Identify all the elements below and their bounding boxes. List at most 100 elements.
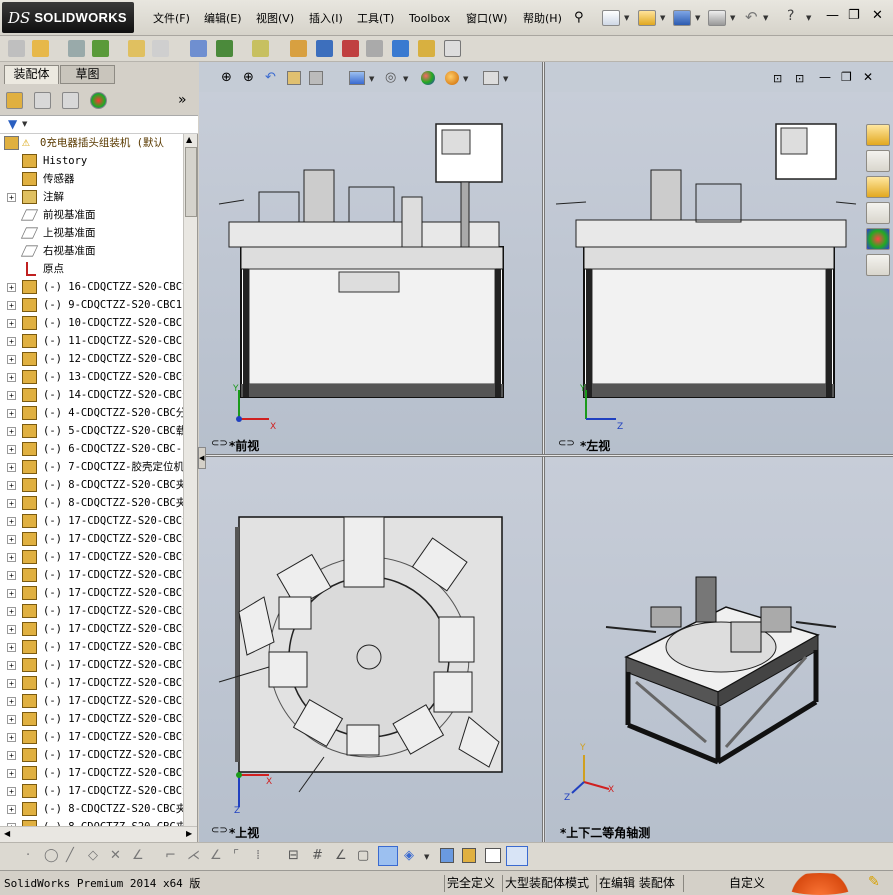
expand-panel-icon[interactable]: » xyxy=(178,92,187,108)
expand-toggle-icon[interactable]: + xyxy=(7,553,16,562)
expand-toggle-icon[interactable]: + xyxy=(7,679,16,688)
tree-vertical-scrollbar[interactable]: ▲ xyxy=(183,134,197,826)
interference-icon[interactable] xyxy=(392,40,409,57)
expand-toggle-icon[interactable]: + xyxy=(7,733,16,742)
chevron-down-icon[interactable]: ▼ xyxy=(22,120,27,128)
expand-toggle-icon[interactable]: + xyxy=(7,193,16,202)
tree-item[interactable]: + (-) 17-CDQCTZZ-S20-CBC治 xyxy=(0,674,183,692)
instant3d-icon[interactable] xyxy=(444,40,461,57)
tree-item[interactable]: + (-) 17-CDQCTZZ-S20-CBC治 xyxy=(0,530,183,548)
tree-item[interactable]: History xyxy=(0,152,183,170)
tree-item[interactable]: + (-) 11-CDQCTZZ-S20-CBC1 xyxy=(0,332,183,350)
assembly-features-icon[interactable] xyxy=(216,40,233,57)
tree-item[interactable]: + (-) 17-CDQCTZZ-S20-CBC治 xyxy=(0,746,183,764)
chevron-down-icon[interactable]: ▼ xyxy=(403,75,408,83)
expand-toggle-icon[interactable]: + xyxy=(7,445,16,454)
feature-manager-icon[interactable] xyxy=(6,92,23,109)
tree-item[interactable]: + (-) 10-CDQCTZZ-S20-CBC1 xyxy=(0,314,183,332)
assembly-component-icon[interactable] xyxy=(462,848,476,863)
tree-item[interactable]: +(-) 8-CDQCTZZ-S20-CBC夹 xyxy=(0,818,183,826)
tab-sketch[interactable]: 草图 xyxy=(60,65,115,84)
zoom-to-fit-icon[interactable]: ⊕ xyxy=(221,70,232,85)
save-icon[interactable] xyxy=(673,10,691,26)
file-explorer-icon[interactable] xyxy=(866,176,890,198)
open-folder-icon[interactable] xyxy=(638,10,656,26)
tree-item[interactable]: +(-) 8-CDQCTZZ-S20-CBC夹 xyxy=(0,800,183,818)
scroll-left-icon[interactable]: ◀ xyxy=(4,829,10,838)
tree-item[interactable]: + (-) 14-CDQCTZZ-S20-CBC分 xyxy=(0,386,183,404)
chevron-down-icon[interactable]: ▼ xyxy=(369,75,374,83)
viewport-divider-horizontal[interactable] xyxy=(199,454,893,457)
collapse-panel-handle[interactable]: ◀ xyxy=(198,447,206,469)
tree-item[interactable]: + (-) 17-CDQCTZZ-S20-CBC治 xyxy=(0,602,183,620)
dimension-icon[interactable]: ⊟ xyxy=(288,848,299,863)
assembly-icon[interactable] xyxy=(32,40,49,57)
line-icon[interactable]: ╱ xyxy=(66,848,74,863)
tree-item[interactable]: 传感器 xyxy=(0,170,183,188)
expand-toggle-icon[interactable]: + xyxy=(7,463,16,472)
insert-component-icon[interactable] xyxy=(8,40,25,57)
viewport-isometric[interactable]: Y X Z *上下二等角轴测 xyxy=(546,457,893,842)
viewport-single-icon[interactable]: ⊡ xyxy=(773,72,782,85)
view-settings-icon[interactable] xyxy=(483,71,499,85)
menu-view[interactable]: 视图(V) xyxy=(256,10,294,27)
scroll-up-icon[interactable]: ▲ xyxy=(186,135,192,144)
expand-toggle-icon[interactable]: + xyxy=(7,337,16,346)
expand-toggle-icon[interactable]: + xyxy=(7,805,16,814)
component-icon[interactable] xyxy=(440,848,454,863)
chevron-down-icon[interactable]: ▼ xyxy=(424,853,429,861)
expand-toggle-icon[interactable]: + xyxy=(7,535,16,544)
tree-item[interactable]: + (-) 17-CDQCTZZ-S20-CBC治 xyxy=(0,656,183,674)
linear-pattern-icon[interactable] xyxy=(92,40,109,57)
chevron-down-icon[interactable]: ▼ xyxy=(624,14,629,22)
new-document-icon[interactable] xyxy=(602,10,620,26)
angle-icon[interactable]: ∠ xyxy=(132,848,144,863)
chevron-down-icon[interactable]: ▼ xyxy=(806,14,811,22)
help-icon[interactable]: ? xyxy=(787,8,794,24)
construction-icon[interactable]: ⁞ xyxy=(256,848,260,863)
tree-item[interactable]: +(-) 8-CDQCTZZ-S20-CBC夹 xyxy=(0,476,183,494)
status-units[interactable]: 自定义 xyxy=(683,875,778,892)
viewport-top[interactable]: X Z ⊂⊃ *上视 xyxy=(199,457,542,842)
tree-item[interactable]: 原点 xyxy=(0,260,183,278)
reference-geometry-icon[interactable] xyxy=(252,40,269,57)
tree-item[interactable]: + 注解 xyxy=(0,188,183,206)
cube-icon[interactable]: ▢ xyxy=(357,848,369,863)
tree-item[interactable]: + (-) 17-CDQCTZZ-S20-CBC治 xyxy=(0,710,183,728)
smart-fasteners-icon[interactable] xyxy=(128,40,145,57)
tree-item[interactable]: + (-) 5-CDQCTZZ-S20-CBC载 xyxy=(0,422,183,440)
expand-toggle-icon[interactable]: + xyxy=(7,769,16,778)
chevron-down-icon[interactable]: ▼ xyxy=(503,75,508,83)
chevron-down-icon[interactable]: ▼ xyxy=(763,14,768,22)
property-manager-icon[interactable] xyxy=(34,92,51,109)
menu-edit[interactable]: 编辑(E) xyxy=(204,10,242,27)
tree-root[interactable]: ⚠ 0充电器插头组装机 (默认 xyxy=(0,134,183,152)
point-icon[interactable]: · xyxy=(26,848,30,863)
menu-window[interactable]: 窗口(W) xyxy=(466,10,507,27)
previous-view-icon[interactable]: ↶ xyxy=(265,70,276,85)
undo-icon[interactable]: ↶ xyxy=(745,8,758,26)
graphics-area[interactable]: ⊕ ⊕ ↶ ▼ ◎ ▼ ▼ ▼ ⊡ ⊡ — ❐ ✕ Y X ⊂⊃ *前视 Y Z… xyxy=(198,62,893,842)
pin-icon[interactable]: ⚲ xyxy=(574,10,590,26)
expand-toggle-icon[interactable]: + xyxy=(7,751,16,760)
grid-icon[interactable]: # xyxy=(312,848,323,863)
tree-item[interactable]: + (-) 6-CDQCTZZ-S20-CBC-P xyxy=(0,440,183,458)
custom-properties-icon[interactable] xyxy=(866,254,890,276)
view-cube-icon[interactable]: ◈ xyxy=(404,848,414,863)
scroll-right-icon[interactable]: ▶ xyxy=(186,829,192,838)
solidworks-logo[interactable]: DS SOLIDWORKS xyxy=(2,2,134,33)
paperclip-mate-icon[interactable] xyxy=(68,40,85,57)
tree-item[interactable]: + (-) 16-CDQCTZZ-S20-CBC前 xyxy=(0,278,183,296)
tree-item[interactable]: + (-) 17-CDQCTZZ-S20-CBC治 xyxy=(0,584,183,602)
explode-line-icon[interactable] xyxy=(366,40,383,57)
tree-item[interactable]: + (-) 12-CDQCTZZ-S20-CBC1 xyxy=(0,350,183,368)
display-style-icon[interactable]: ◎ xyxy=(385,70,396,85)
tree-item[interactable]: + (-) 17-CDQCTZZ-S20-CBC治 xyxy=(0,548,183,566)
menu-tools[interactable]: 工具(T) xyxy=(357,10,394,27)
expand-toggle-icon[interactable]: + xyxy=(7,499,16,508)
tree-horizontal-scrollbar[interactable]: ◀ ▶ xyxy=(0,826,197,842)
expand-toggle-icon[interactable]: + xyxy=(7,283,16,292)
expand-toggle-icon[interactable]: + xyxy=(7,697,16,706)
chevron-down-icon[interactable]: ▼ xyxy=(463,75,468,83)
tree-item[interactable]: + (-) 17-CDQCTZZ-S20-CBC治 xyxy=(0,782,183,800)
